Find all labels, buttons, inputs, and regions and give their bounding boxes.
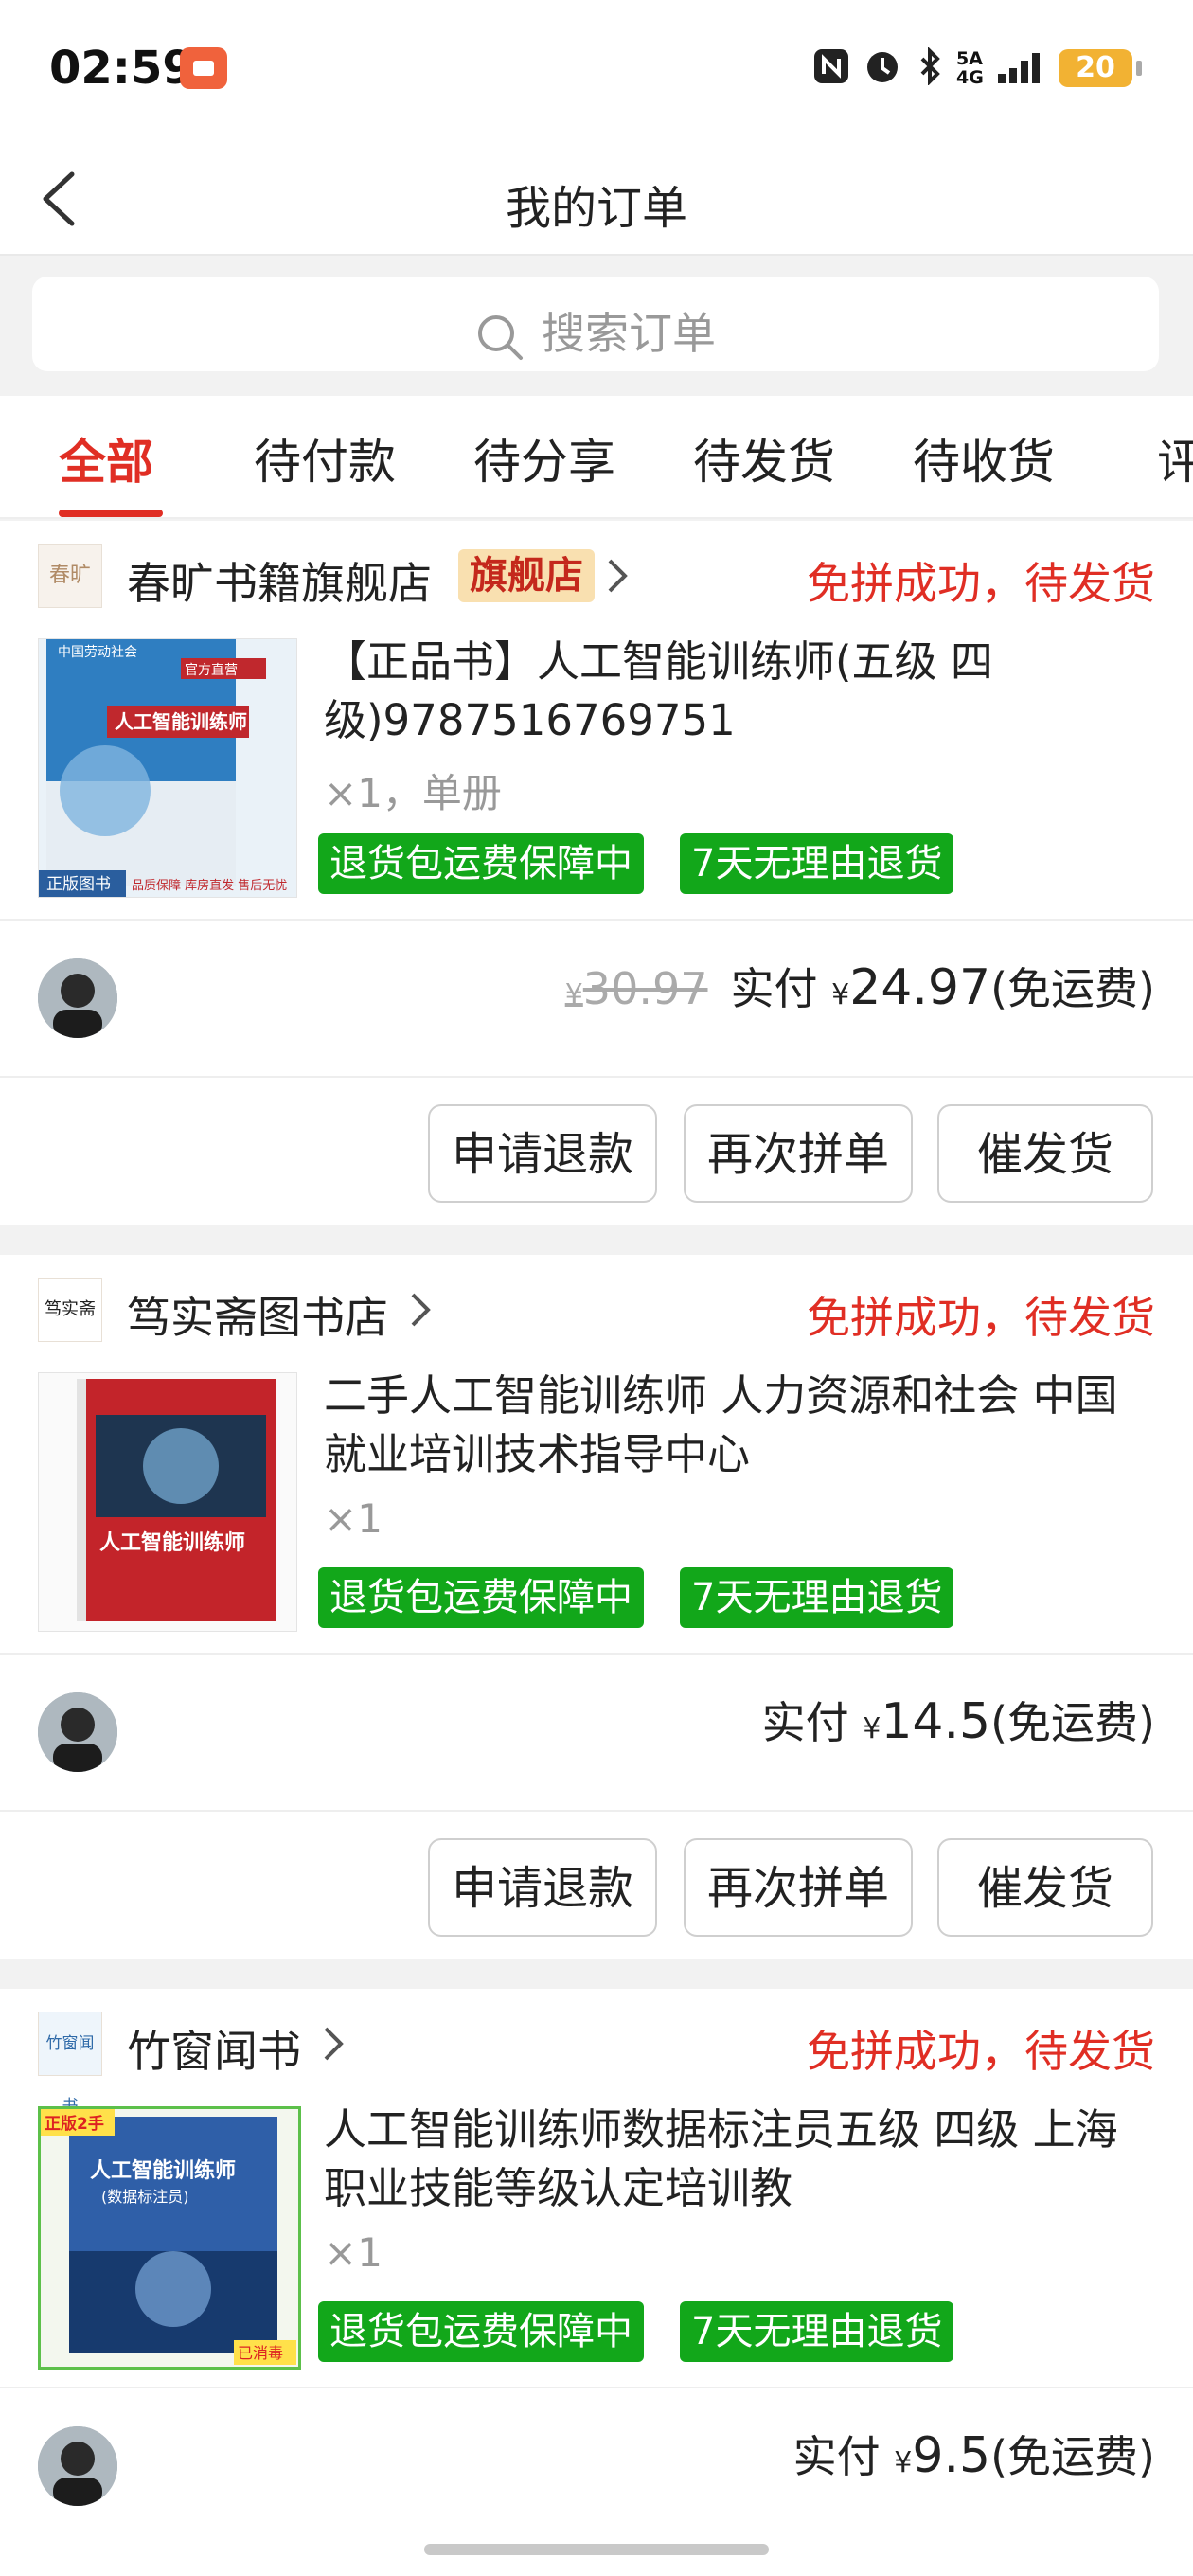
cover-title: 人工智能训练师 — [115, 710, 247, 733]
home-indicator[interactable] — [424, 2544, 769, 2555]
shop-logo: 春旷 — [38, 544, 102, 608]
product-title[interactable]: 二手人工智能训练师 人力资源和社会 中国就业培训技术指导中心 — [324, 1367, 1157, 1484]
search-icon — [478, 314, 523, 360]
divider — [0, 1653, 1193, 1655]
tab-pending-payment[interactable]: 待付款 — [254, 424, 396, 492]
order-card: 春旷 春旷书籍旗舰店 旗舰店 免拼成功，待发货 中国劳动社会 官方直营 人工智能… — [0, 521, 1193, 1225]
chevron-right-icon[interactable] — [409, 1291, 432, 1329]
shop-name[interactable]: 竹窗闻书 — [127, 2017, 301, 2080]
divider — [0, 1076, 1193, 1078]
flagship-badge: 旗舰店 — [458, 549, 595, 602]
order-card: 笃实斋 笃实斋图书店 免拼成功，待发货 人工智能训练师 二手人工智能训练师 人力… — [0, 1255, 1193, 1959]
cover-corner: 正版2手 — [45, 2114, 104, 2134]
avatar[interactable] — [38, 1692, 117, 1772]
book-cover: 正版2手 人工智能训练师 (数据标注员) 已消毒 — [41, 2109, 298, 2367]
seven-day-return-badge: 7天无理由退货 — [680, 833, 954, 894]
cover-footer: 品质保障 库房直发 售后无忧 — [132, 878, 287, 893]
price-line: 实付 ¥9.5(免运费) — [792, 2427, 1155, 2484]
order-card: 竹窗闻书 竹窗闻书 免拼成功，待发货 正版2手 人工智能训练师 (数据标注员) … — [0, 1989, 1193, 2576]
cover-stamp: 已消毒 — [238, 2344, 283, 2362]
status-time: 02:59 — [49, 42, 194, 95]
network-type: 5A 4G — [956, 48, 984, 88]
chevron-right-icon[interactable] — [322, 2025, 345, 2063]
shop-logo: 笃实斋 — [38, 1278, 102, 1342]
product-quantity: ×1 — [324, 2229, 383, 2276]
seven-day-return-badge: 7天无理由退货 — [680, 1567, 954, 1628]
tab-review[interactable]: 评 — [1157, 424, 1193, 492]
tab-all[interactable]: 全部 — [59, 424, 153, 492]
return-shipping-badge: 退货包运费保障中 — [318, 2301, 644, 2362]
nfc-icon — [814, 49, 848, 83]
cover-series: 中国劳动社会 — [58, 645, 137, 660]
product-image[interactable]: 中国劳动社会 官方直营 人工智能训练师 正版图书 品质保障 库房直发 售后无忧 — [38, 638, 297, 898]
return-shipping-badge: 退货包运费保障中 — [318, 1567, 644, 1628]
price-line: ¥30.97 实付 ¥24.97(免运费) — [564, 959, 1155, 1016]
alarm-icon — [867, 52, 898, 82]
cover-subtitle: (数据标注员) — [101, 2188, 189, 2206]
book-cover: 中国劳动社会 官方直营 人工智能训练师 正版图书 品质保障 库房直发 售后无忧 — [39, 639, 296, 897]
original-price: 30.97 — [582, 963, 708, 1014]
search-input[interactable]: 搜索订单 — [32, 277, 1159, 371]
refund-button[interactable]: 申请退款 — [428, 1104, 657, 1203]
cover-banner: 正版图书 — [46, 875, 111, 894]
book-cover: 人工智能训练师 — [39, 1373, 296, 1631]
cover-tag: 官方直营 — [185, 662, 238, 678]
refund-button[interactable]: 申请退款 — [428, 1838, 657, 1937]
active-tab-indicator — [59, 510, 163, 517]
shop-name[interactable]: 笃实斋图书店 — [127, 1283, 388, 1346]
product-title[interactable]: 人工智能训练师数据标注员五级 四级 上海职业技能等级认定培训教 — [324, 2101, 1157, 2218]
avatar[interactable] — [38, 2426, 117, 2506]
order-status: 免拼成功，待发货 — [807, 1292, 1155, 1343]
shipping-note: (免运费) — [990, 963, 1155, 1014]
shipping-note: (免运费) — [990, 1697, 1155, 1748]
paid-amount: 9.5 — [912, 2427, 991, 2484]
product-quantity: ×1 — [324, 1495, 383, 1542]
product-title[interactable]: 【正品书】人工智能训练师(五级 四级)9787516769751 — [324, 633, 1157, 750]
product-image[interactable]: 正版2手 人工智能训练师 (数据标注员) 已消毒 — [38, 2106, 301, 2370]
price-line: 实付 ¥14.5(免运费) — [761, 1693, 1155, 1750]
chevron-right-icon[interactable] — [606, 557, 629, 595]
tab-pending-share[interactable]: 待分享 — [473, 424, 615, 492]
seven-day-return-badge: 7天无理由退货 — [680, 2301, 954, 2362]
tab-pending-receive[interactable]: 待收货 — [913, 424, 1055, 492]
product-image[interactable]: 人工智能训练师 — [38, 1372, 297, 1632]
return-shipping-badge: 退货包运费保障中 — [318, 833, 644, 894]
divider — [0, 919, 1193, 921]
avatar[interactable] — [38, 958, 117, 1038]
regroup-button[interactable]: 再次拼单 — [684, 1104, 913, 1203]
product-quantity: ×1，单册 — [324, 770, 502, 816]
shop-name[interactable]: 春旷书籍旗舰店 — [127, 549, 432, 612]
divider — [0, 1810, 1193, 1812]
cover-title: 人工智能训练师 — [99, 1530, 245, 1555]
search-section: 搜索订单 — [0, 256, 1193, 396]
paid-label: 实付 — [761, 1697, 849, 1748]
tab-pending-ship[interactable]: 待发货 — [693, 424, 835, 492]
order-status: 免拼成功，待发货 — [807, 558, 1155, 609]
cover-title: 人工智能训练师 — [90, 2158, 236, 2183]
bluetooth-icon — [920, 47, 940, 85]
paid-amount: 14.5 — [881, 1693, 991, 1750]
order-status: 免拼成功，待发货 — [807, 2026, 1155, 2077]
urge-shipping-button[interactable]: 催发货 — [937, 1838, 1153, 1937]
paid-label: 实付 — [730, 963, 818, 1014]
battery-icon: 20 — [1059, 49, 1142, 87]
search-placeholder: 搜索订单 — [542, 308, 716, 359]
order-tabs: 全部 待付款 待分享 待发货 待收货 评 — [0, 396, 1193, 519]
regroup-button[interactable]: 再次拼单 — [684, 1838, 913, 1937]
urge-shipping-button[interactable]: 催发货 — [937, 1104, 1153, 1203]
shop-logo: 竹窗闻书 — [38, 2012, 102, 2116]
nav-bar: 我的订单 — [0, 142, 1193, 256]
divider — [0, 2387, 1193, 2388]
status-bar: 02:59 5A 4G 20 — [0, 0, 1193, 142]
shipping-note: (免运费) — [990, 2431, 1155, 2482]
signal-icon — [998, 53, 1040, 83]
paid-label: 实付 — [792, 2431, 881, 2482]
screen-record-icon — [180, 47, 227, 89]
page-title: 我的订单 — [505, 182, 687, 235]
paid-amount: 24.97 — [849, 959, 991, 1016]
